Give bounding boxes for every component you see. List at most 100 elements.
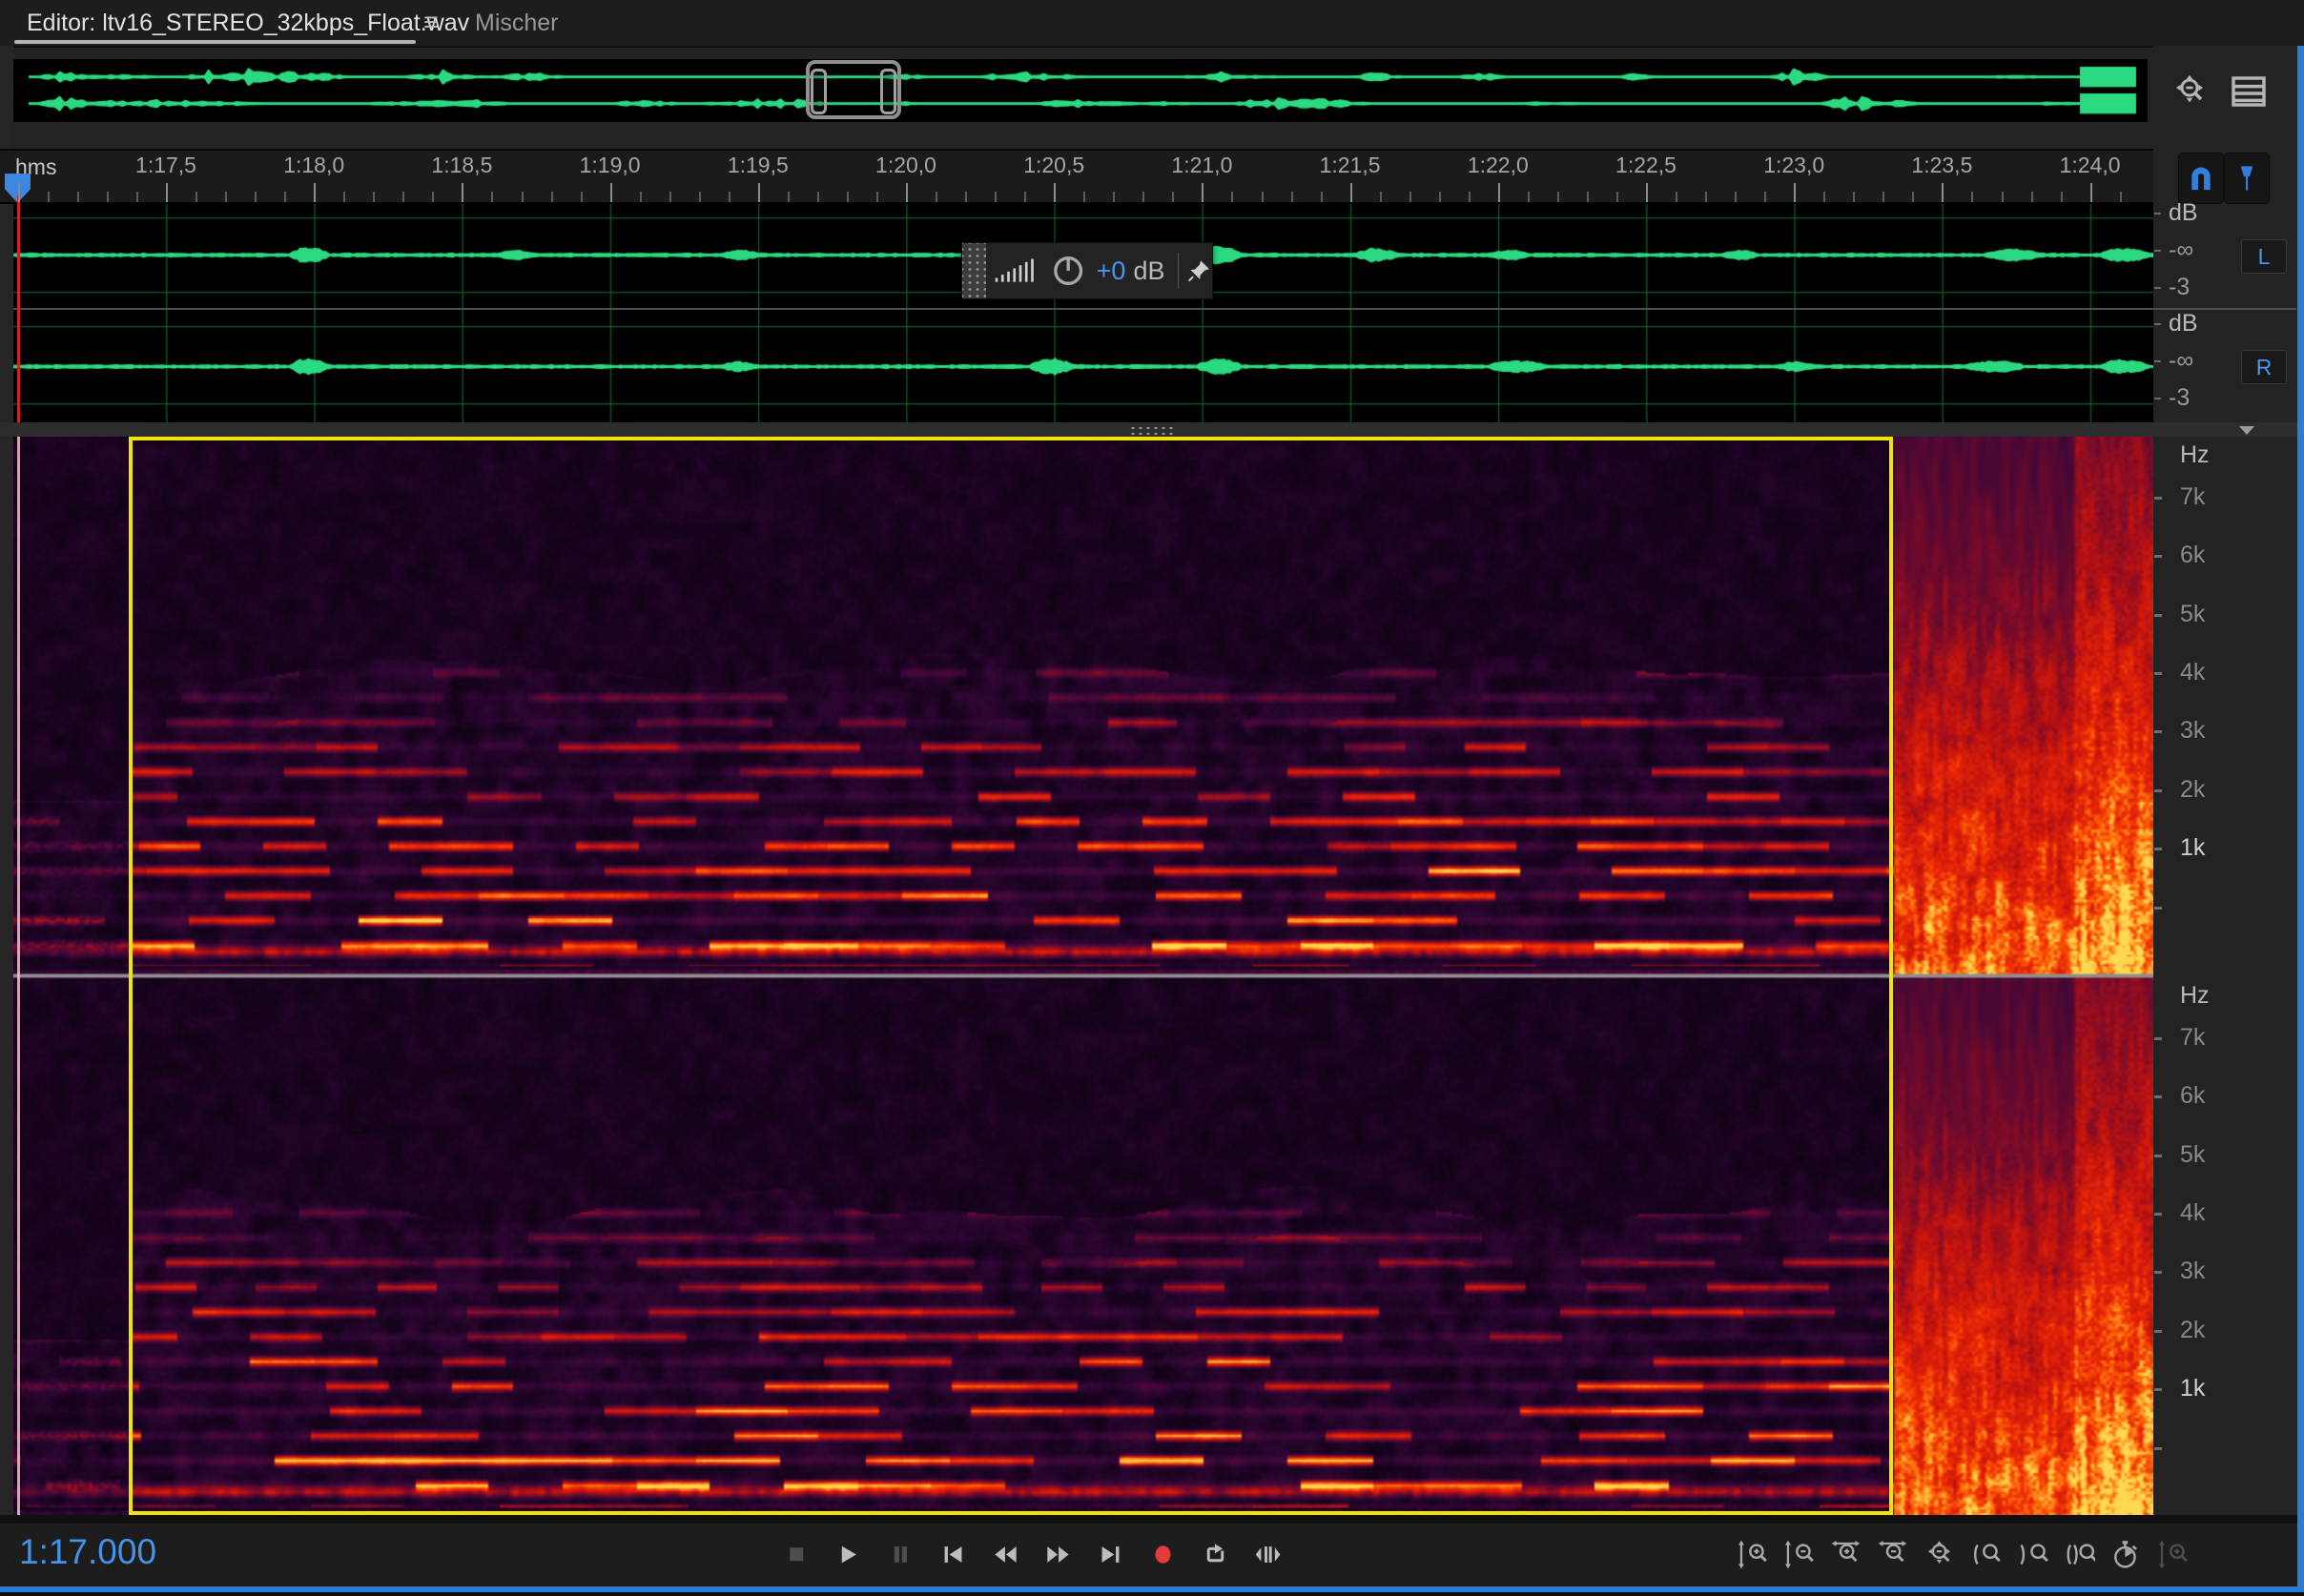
db-scale-label: dB (2169, 310, 2198, 338)
gain-knob[interactable] (1050, 249, 1086, 293)
timed-record-button[interactable] (2107, 1530, 2147, 1578)
zoom-to-selection-button[interactable] (2060, 1530, 2100, 1578)
spectral-selection[interactable] (129, 437, 1893, 1515)
zoom-out-vertical-button[interactable] (1779, 1530, 1819, 1578)
loop-playback-icon (1202, 1541, 1229, 1568)
loop-playback-button[interactable] (1193, 1530, 1237, 1578)
timed-record-icon (2110, 1539, 2142, 1570)
level-bars-icon (994, 252, 1044, 290)
ruler-tick (255, 192, 257, 202)
ruler-tick (1587, 192, 1589, 202)
freq-scale-label: 6k (2180, 1082, 2205, 1110)
zoom-in-vertical-button[interactable] (1732, 1530, 1772, 1578)
ruler-tick (1557, 192, 1559, 202)
ruler-tick (1676, 192, 1677, 202)
time-display[interactable]: 1:17.000 (19, 1532, 156, 1572)
ruler-tick (195, 192, 197, 202)
marker-button[interactable] (2224, 153, 2270, 204)
zoom-in-vertical-alt-button[interactable] (2153, 1530, 2193, 1578)
snap-toggle-button[interactable] (2178, 153, 2224, 204)
ruler-tick (729, 192, 730, 202)
playhead-line-waveform[interactable] (17, 195, 20, 422)
db-scale-tick (2154, 323, 2161, 325)
stop-button[interactable] (774, 1530, 818, 1578)
ruler-tick (1823, 192, 1825, 202)
ruler-tick (1735, 192, 1737, 202)
audio-editor-window: Editor: ltv16_STEREO_32kbps_Float.wav ≡ … (0, 0, 2304, 1596)
ruler-tick (906, 183, 908, 202)
ruler-time-label: 1:23,0 (1763, 153, 1824, 178)
freq-scale-tick (2154, 614, 2162, 617)
play-button[interactable] (827, 1530, 871, 1578)
zoom-to-in-point-button[interactable] (1966, 1530, 2006, 1578)
zoom-out-vertical-icon (1783, 1539, 1815, 1570)
panel-menu-icon[interactable]: ≡ (423, 8, 439, 37)
channel-l-button[interactable]: L (2241, 239, 2287, 274)
display-list-icon[interactable] (2230, 74, 2268, 109)
db-scale-tick (2154, 360, 2161, 362)
ruler-tick (1942, 183, 1944, 202)
tab-mixer[interactable]: Mischer (475, 10, 559, 37)
ruler-tick (847, 192, 849, 202)
ruler-tick (1024, 192, 1026, 202)
gain-value[interactable]: +0 (1097, 256, 1126, 286)
skip-selection-button[interactable] (1245, 1530, 1289, 1578)
ruler-tick (1321, 192, 1323, 202)
window-edge (0, 1592, 2304, 1596)
freq-scale-tick (2154, 1095, 2162, 1098)
ruler-tick (1113, 192, 1115, 202)
rewind-button[interactable] (984, 1530, 1028, 1578)
ruler-tick (936, 192, 937, 202)
db-scale-tick (2154, 213, 2161, 215)
ruler-tick (1794, 183, 1796, 202)
tab-editor[interactable]: Editor: ltv16_STEREO_32kbps_Float.wav (27, 10, 469, 37)
ruler-time-label: 1:19,5 (728, 153, 789, 178)
waveform-display[interactable] (13, 204, 2153, 422)
zoom-in-horizontal-icon (1830, 1539, 1862, 1570)
db-scale-tick (2154, 250, 2161, 252)
file-overview-waveform[interactable] (13, 59, 2148, 122)
channel-separator[interactable] (13, 308, 2296, 310)
zoom-navigator-box[interactable] (806, 60, 901, 119)
db-scale-tick (2154, 398, 2161, 399)
pin-icon[interactable] (1186, 256, 1212, 286)
record-button[interactable] (1141, 1530, 1184, 1578)
fast-forward-button[interactable] (1036, 1530, 1080, 1578)
ruler-tick (995, 192, 997, 202)
playhead-line-spectral[interactable] (17, 437, 20, 1515)
ruler-tick (610, 183, 612, 202)
drag-handle[interactable] (962, 243, 986, 298)
zoom-to-out-point-button[interactable] (2013, 1530, 2053, 1578)
skip-to-end-button[interactable] (1088, 1530, 1132, 1578)
ruler-time-label: 1:17,5 (135, 153, 196, 178)
freq-scale-label: 7k (2180, 1024, 2205, 1052)
ruler-tick (1350, 183, 1352, 202)
zoom-reset-button[interactable] (1919, 1530, 1959, 1578)
splitter-grip[interactable] (1129, 425, 1175, 436)
freq-scale-tick (2154, 1330, 2162, 1333)
ruler-tick (1202, 183, 1203, 202)
navigate-zoom-icon[interactable] (2170, 72, 2209, 111)
channel-r-button[interactable]: R (2241, 350, 2287, 384)
zoom-in-horizontal-button[interactable] (1825, 1530, 1865, 1578)
db-scale-tick (2154, 287, 2161, 289)
navigator-right-handle[interactable] (880, 69, 896, 114)
db-scale-label: -3 (2169, 384, 2190, 412)
ruler-tick (166, 183, 168, 202)
ruler-tick (136, 192, 138, 202)
hud-gain-panel[interactable]: +0 dB (961, 242, 1213, 299)
skip-to-start-button[interactable] (932, 1530, 976, 1578)
record-icon (1149, 1541, 1177, 1568)
freq-scale-label: 5k (2180, 601, 2205, 628)
zoom-out-horizontal-button[interactable] (1872, 1530, 1912, 1578)
ruler-tick (1054, 183, 1056, 202)
ruler-tick (522, 192, 524, 202)
ruler-time-label: 1:20,5 (1023, 153, 1084, 178)
ruler-tick (314, 183, 316, 202)
navigator-left-handle[interactable] (811, 69, 827, 114)
marker-pin-icon (2232, 162, 2262, 194)
freq-scale-label: 7k (2180, 483, 2205, 511)
freq-scale-tick (2154, 848, 2162, 850)
pause-button[interactable] (879, 1530, 923, 1578)
freq-unit-label: Hz (2180, 982, 2210, 1010)
